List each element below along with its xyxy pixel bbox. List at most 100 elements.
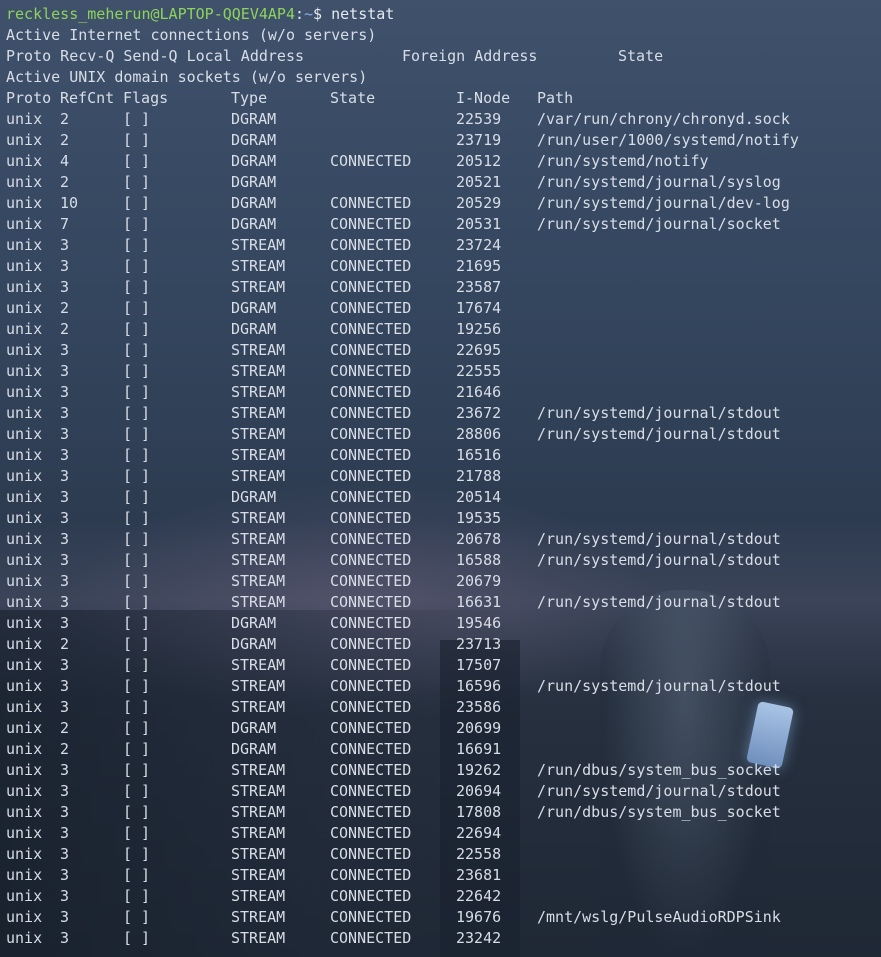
socket-state: CONNECTED: [330, 236, 412, 254]
socket-proto: unix: [6, 257, 43, 275]
socket-state: CONNECTED: [330, 740, 412, 758]
unix-header-row: Proto RefCnt Flags Type State I-Node Pat…: [6, 88, 881, 109]
socket-type: DGRAM: [231, 635, 277, 653]
socket-flags: [ ]: [123, 236, 151, 254]
socket-flags: [ ]: [123, 530, 151, 548]
socket-row: unix 2 [ ] DGRAM CONNECTED 20699: [6, 718, 881, 739]
socket-flags: [ ]: [123, 362, 151, 380]
socket-type: STREAM: [231, 782, 286, 800]
socket-refcnt: 3: [60, 551, 70, 569]
socket-proto: unix: [6, 719, 43, 737]
socket-proto: unix: [6, 320, 43, 338]
socket-type: STREAM: [231, 908, 286, 926]
socket-proto: unix: [6, 509, 43, 527]
socket-proto: unix: [6, 824, 43, 842]
socket-state: CONNECTED: [330, 635, 412, 653]
socket-type: STREAM: [231, 551, 286, 569]
socket-type: STREAM: [231, 866, 286, 884]
socket-refcnt: 3: [60, 908, 70, 926]
socket-inode: 16691: [456, 740, 502, 758]
socket-type: STREAM: [231, 656, 286, 674]
unix-header-flags: Flags: [123, 89, 169, 107]
socket-flags: [ ]: [123, 341, 151, 359]
socket-inode: 22555: [456, 362, 502, 380]
socket-type: DGRAM: [231, 110, 277, 128]
socket-row: unix 3 [ ] STREAM CONNECTED 17808/run/dbus/sy…: [6, 802, 881, 823]
socket-state: CONNECTED: [330, 887, 412, 905]
socket-state: CONNECTED: [330, 656, 412, 674]
socket-type: STREAM: [231, 362, 286, 380]
socket-state: CONNECTED: [330, 677, 412, 695]
socket-flags: [ ]: [123, 425, 151, 443]
socket-row: unix 3 [ ] STREAM CONNECTED 23242: [6, 928, 881, 949]
socket-state: CONNECTED: [330, 446, 412, 464]
socket-proto: unix: [6, 341, 43, 359]
socket-flags: [ ]: [123, 866, 151, 884]
socket-flags: [ ]: [123, 908, 151, 926]
socket-state: CONNECTED: [330, 467, 412, 485]
socket-refcnt: 2: [60, 320, 70, 338]
socket-proto: unix: [6, 866, 43, 884]
socket-inode: 22695: [456, 341, 502, 359]
socket-row: unix 3 [ ] STREAM CONNECTED 16588/run/systemd…: [6, 550, 881, 571]
socket-inode: 20531: [456, 215, 502, 233]
socket-inode: 20699: [456, 719, 502, 737]
socket-state: CONNECTED: [330, 152, 412, 170]
socket-flags: [ ]: [123, 782, 151, 800]
socket-refcnt: 3: [60, 761, 70, 779]
socket-type: STREAM: [231, 341, 286, 359]
socket-proto: unix: [6, 929, 43, 947]
prompt-user-host: reckless_meherun@LAPTOP-QQEV4AP4: [6, 5, 295, 23]
socket-inode: 23672: [456, 404, 502, 422]
socket-refcnt: 3: [60, 278, 70, 296]
socket-type: STREAM: [231, 845, 286, 863]
terminal-output[interactable]: reckless_meherun@LAPTOP-QQEV4AP4:~$ nets…: [6, 4, 881, 949]
socket-row: unix 3 [ ] STREAM CONNECTED 21695: [6, 256, 881, 277]
socket-state: CONNECTED: [330, 341, 412, 359]
socket-inode: 21695: [456, 257, 502, 275]
unix-section-title: Active UNIX domain sockets (w/o servers): [6, 68, 368, 86]
socket-path: /run/dbus/system_bus_socket: [537, 761, 781, 779]
socket-type: STREAM: [231, 278, 286, 296]
socket-row: unix 3 [ ] STREAM CONNECTED 22642: [6, 886, 881, 907]
socket-inode: 17507: [456, 656, 502, 674]
socket-path: /run/systemd/journal/dev-log: [537, 194, 790, 212]
internet-header-row: Proto Recv-Q Send-Q Local Address Foreig…: [6, 46, 881, 67]
socket-row: unix 7 [ ] DGRAM CONNECTED 20531/run/systemd/…: [6, 214, 881, 235]
socket-path: /run/systemd/journal/stdout: [537, 551, 781, 569]
socket-flags: [ ]: [123, 761, 151, 779]
socket-row: unix 3 [ ] STREAM CONNECTED 19676/mnt/wslg/Pu…: [6, 907, 881, 928]
socket-flags: [ ]: [123, 404, 151, 422]
socket-state: CONNECTED: [330, 278, 412, 296]
socket-flags: [ ]: [123, 677, 151, 695]
socket-inode: 16596: [456, 677, 502, 695]
prompt-separator: :: [294, 5, 305, 23]
prompt-line: reckless_meherun@LAPTOP-QQEV4AP4:~$ nets…: [6, 4, 881, 25]
socket-proto: unix: [6, 761, 43, 779]
socket-state: CONNECTED: [330, 761, 412, 779]
socket-proto: unix: [6, 698, 43, 716]
socket-flags: [ ]: [123, 278, 151, 296]
socket-flags: [ ]: [123, 152, 151, 170]
socket-path: /run/systemd/journal/stdout: [537, 677, 781, 695]
socket-proto: unix: [6, 551, 43, 569]
socket-inode: 20529: [456, 194, 502, 212]
socket-inode: 20512: [456, 152, 502, 170]
socket-row: unix 3 [ ] STREAM CONNECTED 19262/run/dbus/sy…: [6, 760, 881, 781]
socket-proto: unix: [6, 677, 43, 695]
socket-type: STREAM: [231, 677, 286, 695]
socket-row: unix 2 [ ] DGRAM CONNECTED 17674: [6, 298, 881, 319]
socket-state: CONNECTED: [330, 824, 412, 842]
unix-header-path: Path: [537, 89, 574, 107]
socket-flags: [ ]: [123, 194, 151, 212]
socket-refcnt: 3: [60, 677, 70, 695]
internet-header-state: State: [618, 47, 664, 65]
socket-refcnt: 3: [60, 929, 70, 947]
socket-inode: 21646: [456, 383, 502, 401]
socket-state: CONNECTED: [330, 929, 412, 947]
socket-state: CONNECTED: [330, 194, 412, 212]
socket-flags: [ ]: [123, 614, 151, 632]
socket-inode: 17674: [456, 299, 502, 317]
socket-refcnt: 3: [60, 614, 70, 632]
socket-flags: [ ]: [123, 887, 151, 905]
